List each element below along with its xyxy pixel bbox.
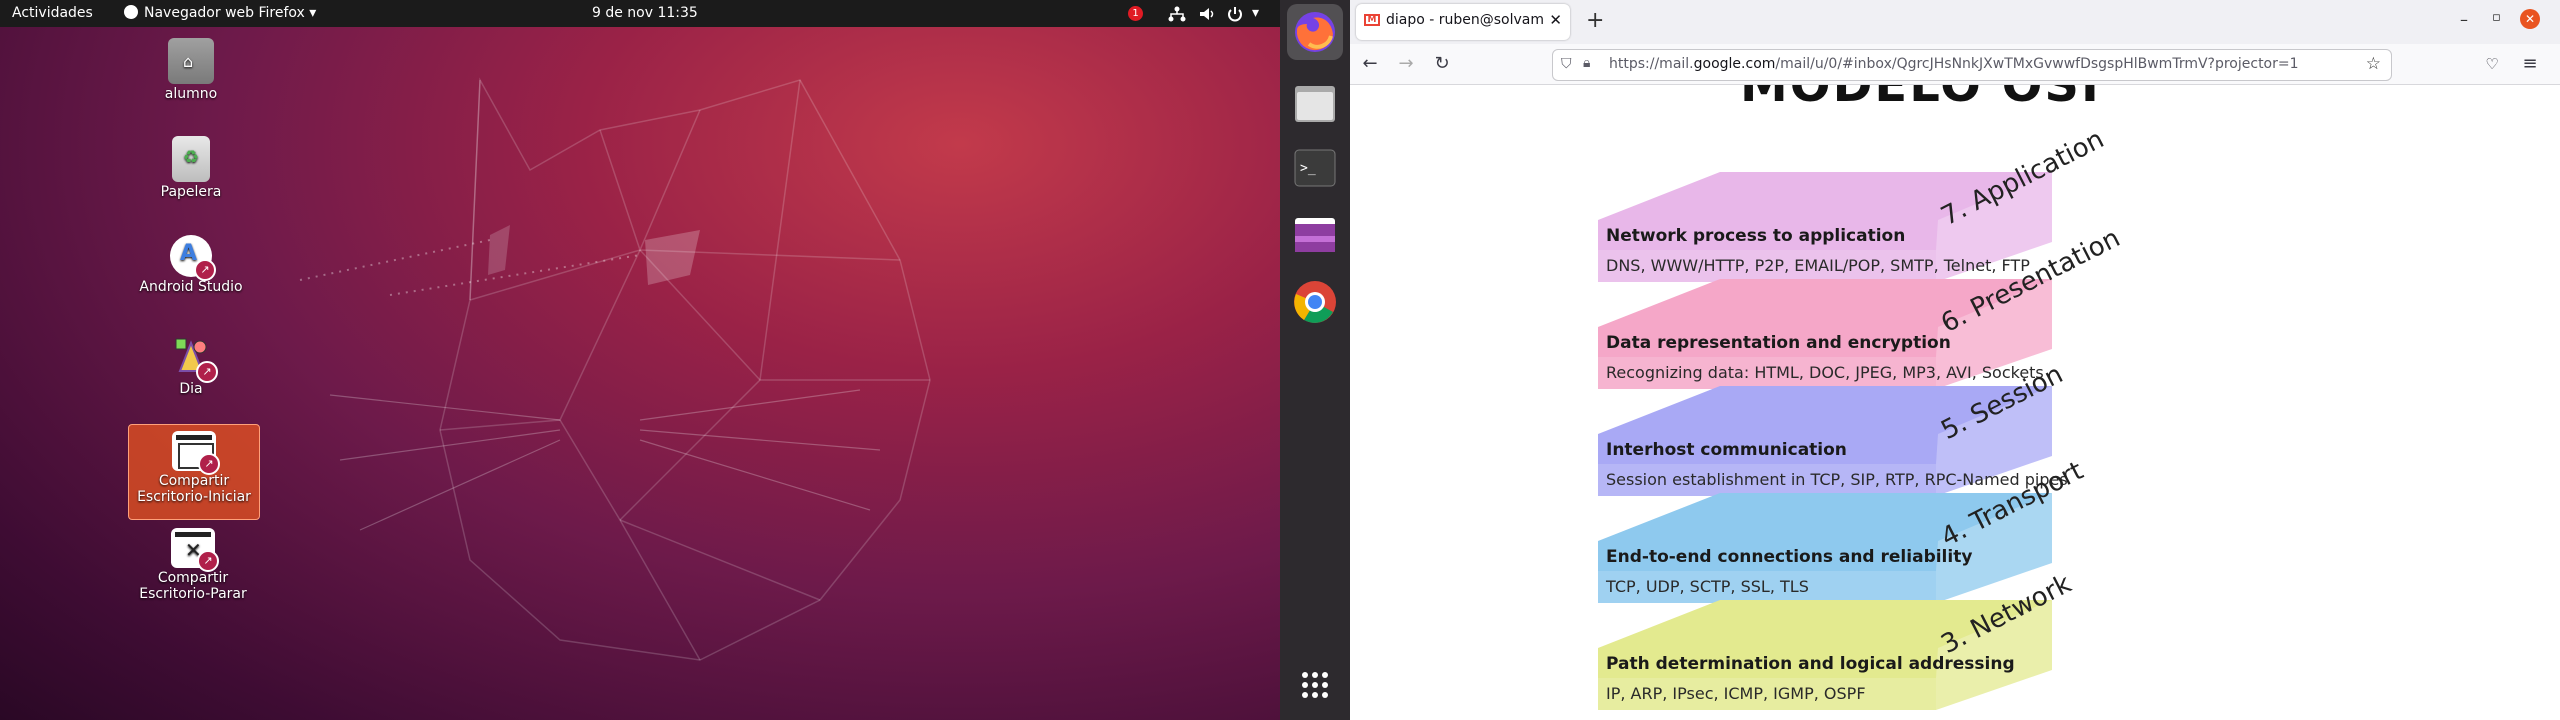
url-bar[interactable]: ⛉ 🔒︎ https://mail.google.com/mail/u/0/#i…: [1552, 49, 2392, 81]
launcher-emblem-icon: ↗: [198, 453, 220, 475]
pocket-icon[interactable]: ♡: [2480, 52, 2504, 76]
activities-button[interactable]: Actividades: [12, 0, 93, 27]
desktop-icon-label: Compartir Escritorio-Iniciar: [137, 473, 251, 505]
share-desktop-start-icon: ↗: [172, 431, 220, 475]
firefox-icon: [1295, 12, 1335, 52]
dock: >_: [1280, 0, 1350, 720]
minimize-icon[interactable]: –: [2460, 10, 2468, 29]
files-icon: [1295, 86, 1335, 122]
tab-gmail[interactable]: M diapo - ruben@solvam.es ✕: [1356, 4, 1570, 40]
browser-screen: >_ M diapo - ruben@solvam.es ✕ + – ▫ ✕ ←…: [1280, 0, 2560, 720]
app-grid-icon: [1302, 672, 1328, 698]
desktop-icon-label: Dia: [179, 381, 203, 397]
launcher-emblem-icon: ↗: [196, 361, 218, 383]
desktop-icon-home[interactable]: ⌂ alumno: [126, 30, 256, 102]
forward-icon[interactable]: →: [1394, 52, 1418, 76]
launcher-emblem-icon: ↗: [194, 259, 216, 281]
dock-firefox[interactable]: [1287, 4, 1343, 60]
layer-label: Data representation and encryption: [1606, 333, 1951, 353]
dock-files[interactable]: [1287, 76, 1343, 132]
close-icon[interactable]: ✕: [2520, 9, 2540, 29]
chevron-down-icon: ▾: [304, 5, 317, 21]
desktop-icon-label: Android Studio: [139, 279, 243, 295]
desktop-icon-label: alumno: [164, 86, 218, 102]
layer-protocols: IP, ARP, IPsec, ICMP, IGMP, OSPF: [1606, 684, 1866, 703]
app-menu-label: Navegador web Firefox: [144, 5, 305, 21]
home-folder-icon: ⌂: [168, 38, 214, 84]
nav-bar: ← → ↻ ⛉ 🔒︎ https://mail.google.com/mail/…: [1350, 44, 2560, 85]
notification-badge[interactable]: 1: [1128, 6, 1143, 21]
tab-close-icon[interactable]: ✕: [1549, 11, 1562, 29]
layer-protocols: Session establishment in TCP, SIP, RTP, …: [1606, 470, 2068, 489]
slide-title-fragment: MODELO OSI: [1740, 85, 2101, 113]
desktop-icon-label: Compartir Escritorio-Parar: [139, 570, 247, 602]
layer-protocols: TCP, UDP, SCTP, SSL, TLS: [1606, 577, 1809, 596]
slide-viewer: MODELO OSI Network process to applicatio…: [1350, 85, 2560, 720]
reload-icon[interactable]: ↻: [1430, 52, 1454, 76]
bookmark-star-icon[interactable]: ☆: [2366, 54, 2381, 74]
lock-icon: 🔒︎: [1583, 55, 1591, 71]
layer-label: Interhost communication: [1606, 440, 1847, 460]
desktop-icon-label: Papelera: [160, 184, 222, 200]
layer-protocols: DNS, WWW/HTTP, P2P, EMAIL/POP, SMTP, Tel…: [1606, 256, 2030, 275]
trash-icon: ♻: [172, 136, 210, 182]
system-menu-chevron-icon[interactable]: ▾: [1252, 0, 1259, 27]
dock-terminal[interactable]: >_: [1287, 140, 1343, 196]
shield-icon: ⛉: [1561, 56, 1572, 72]
desktop-screen: Actividades Navegador web Firefox ▾ 9 de…: [0, 0, 1280, 720]
firefox-window: M diapo - ruben@solvam.es ✕ + – ▫ ✕ ← → …: [1350, 0, 2560, 720]
osi-layer: End-to-end connections and reliability TC…: [1350, 456, 2560, 603]
dia-icon: ↗: [168, 333, 218, 383]
layer-label: End-to-end connections and reliability: [1606, 547, 1973, 567]
dock-window[interactable]: [1287, 206, 1343, 262]
desktop-icon-share-stop[interactable]: ✕ ↗ Compartir Escritorio-Parar: [128, 522, 258, 602]
chrome-icon: [1294, 281, 1336, 323]
top-bar: Actividades Navegador web Firefox ▾ 9 de…: [0, 0, 1280, 27]
desktop-icon-share-start[interactable]: ↗ Compartir Escritorio-Iniciar: [128, 424, 260, 520]
back-icon[interactable]: ←: [1358, 52, 1382, 76]
url-text: https://mail.google.com/mail/u/0/#inbox/…: [1609, 56, 2299, 72]
volume-icon[interactable]: [1198, 5, 1216, 32]
terminal-icon: >_: [1294, 149, 1336, 187]
tab-title: diapo - ruben@solvam.es: [1386, 12, 1544, 28]
osi-layer: Interhost communication Session establish…: [1350, 359, 2560, 496]
dock-show-apps[interactable]: [1287, 657, 1343, 713]
osi-layer: Path determination and logical addressin…: [1350, 569, 2560, 710]
desktop-icon-dia[interactable]: ↗ Dia: [126, 325, 256, 397]
osi-layer: Data representation and encryption Recogn…: [1350, 223, 2560, 389]
gmail-icon: M: [1364, 14, 1380, 26]
layer-label: Network process to application: [1606, 226, 1906, 246]
new-tab-icon[interactable]: +: [1586, 8, 1604, 33]
desktop-icon-trash[interactable]: ♻ Papelera: [126, 128, 256, 200]
app-menu[interactable]: Navegador web Firefox ▾: [124, 0, 316, 27]
share-desktop-stop-icon: ✕ ↗: [171, 528, 219, 572]
network-icon[interactable]: [1168, 5, 1186, 32]
tab-strip: M diapo - ruben@solvam.es ✕ + – ▫ ✕: [1350, 0, 2560, 44]
firefox-small-icon: [124, 5, 138, 19]
desktop-icon-android-studio[interactable]: A ↗ Android Studio: [126, 227, 256, 295]
osi-layer: Network process to application DNS, WWW/H…: [1350, 124, 2560, 282]
svg-text:>_: >_: [1300, 161, 1316, 176]
window-icon: [1295, 218, 1335, 252]
power-icon[interactable]: [1226, 5, 1244, 32]
android-studio-icon: A ↗: [170, 235, 216, 281]
launcher-emblem-icon: ↗: [197, 550, 219, 572]
menu-icon[interactable]: ≡: [2518, 52, 2542, 76]
maximize-icon[interactable]: ▫: [2492, 10, 2501, 25]
clock[interactable]: 9 de nov 11:35: [592, 0, 698, 27]
layer-protocols: Recognizing data: HTML, DOC, JPEG, MP3, …: [1606, 363, 2044, 382]
dock-chrome[interactable]: [1287, 274, 1343, 330]
